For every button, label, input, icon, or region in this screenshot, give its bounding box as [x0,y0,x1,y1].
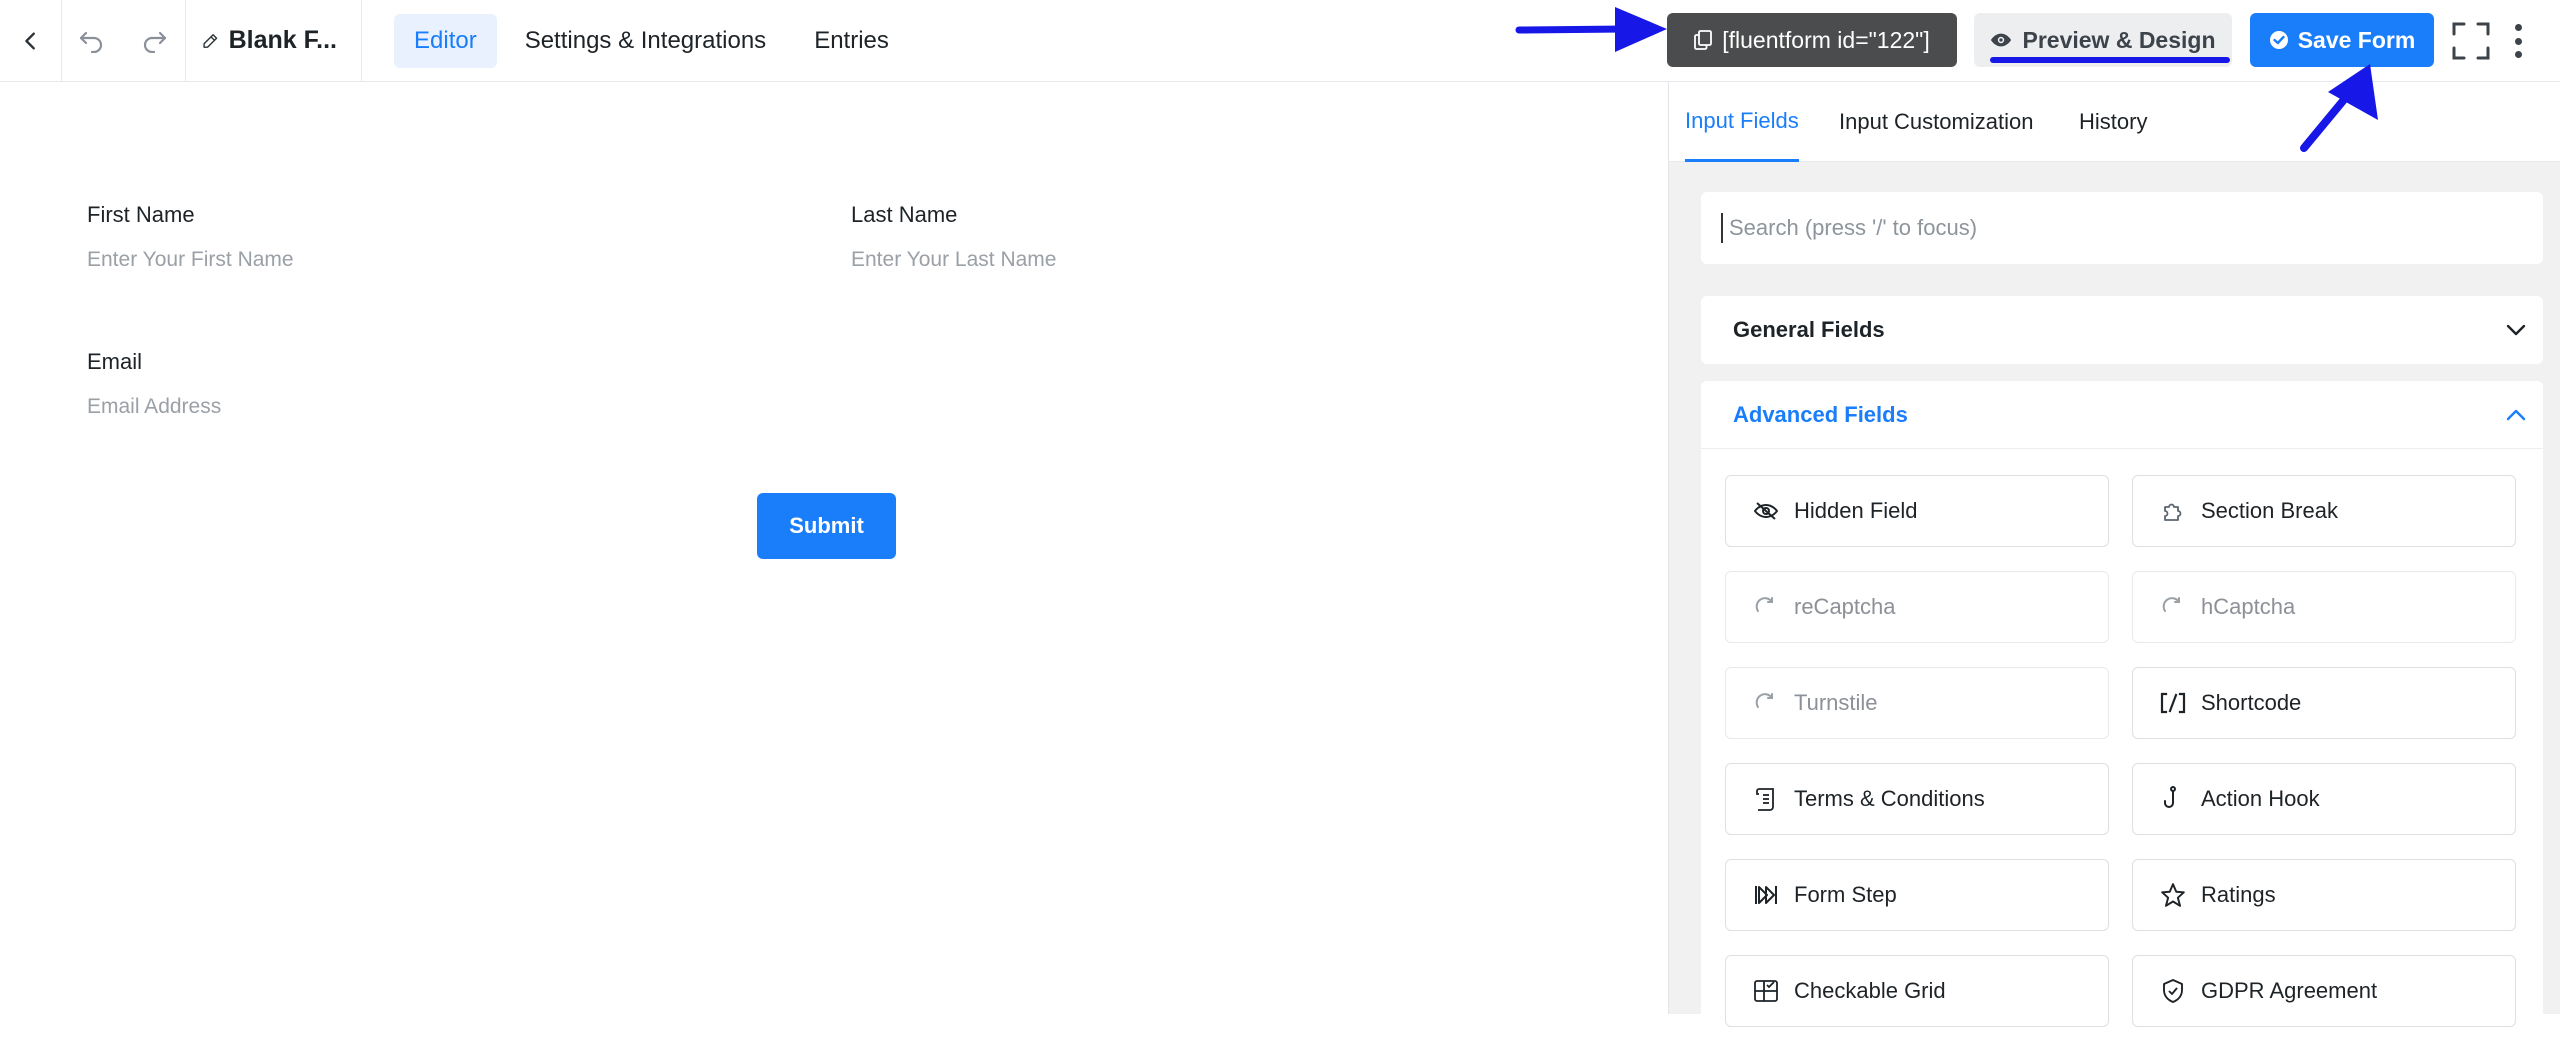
field-recaptcha[interactable]: reCaptcha [1725,571,2109,643]
copy-shortcode-button[interactable]: [fluentform id="122"] [1667,13,1957,67]
field-turnstile-label: Turnstile [1794,690,1878,715]
shortcode-text: [fluentform id="122"] [1722,26,1930,53]
field-ratings[interactable]: Ratings [2132,859,2516,931]
tab-settings-integrations[interactable]: Settings & Integrations [505,14,786,68]
star-icon [2159,881,2187,909]
field-form-step-label: Form Step [1794,882,1897,907]
more-options-button[interactable] [2508,20,2528,62]
field-section-break[interactable]: Section Break [2132,475,2516,547]
email-input[interactable]: Email Address [87,395,221,419]
grid-check-icon [1752,977,1780,1005]
redo-button[interactable] [122,0,186,82]
form-title-text: Blank F... [228,26,337,54]
panel-tabs: Input Fields Input Customization History [1669,82,2560,162]
general-fields-toggle[interactable]: General Fields [1701,296,2543,364]
shield-icon [2159,977,2187,1005]
submit-button[interactable]: Submit [757,493,896,559]
back-button[interactable] [0,0,62,82]
general-fields-label: General Fields [1733,317,1885,342]
fullscreen-icon [2452,22,2490,60]
email-label[interactable]: Email [87,349,142,375]
field-gdpr-label: GDPR Agreement [2201,978,2378,1003]
first-name-input[interactable]: Enter Your First Name [87,248,294,272]
field-shortcode-label: Shortcode [2201,690,2302,715]
field-action-hook-label: Action Hook [2201,786,2320,811]
field-ratings-label: Ratings [2201,882,2276,907]
check-circle-icon [2269,31,2288,49]
top-toolbar: Blank F... Editor Settings & Integration… [0,0,2560,82]
search-input[interactable]: Search (press '/' to focus) [1701,192,2543,264]
field-turnstile[interactable]: Turnstile [1725,667,2109,739]
field-action-hook[interactable]: Action Hook [2132,763,2516,835]
field-shortcode[interactable]: Shortcode [2132,667,2516,739]
annotation-underline [1990,57,2230,63]
chevron-down-icon [2506,324,2526,336]
main-tabs: Editor Settings & Integrations Entries [394,13,909,68]
captcha-icon [2159,593,2187,621]
field-gdpr-agreement[interactable]: GDPR Agreement [2132,955,2516,1027]
chevron-left-icon [24,31,35,50]
last-name-input[interactable]: Enter Your Last Name [851,248,1056,272]
advanced-fields-toggle[interactable]: Advanced Fields [1701,381,2543,449]
undo-button[interactable] [62,0,122,82]
fields-panel: Input Fields Input Customization History… [1668,82,2560,1049]
dot-icon [2514,51,2522,58]
tab-history[interactable]: History [2079,82,2147,162]
last-name-label[interactable]: Last Name [851,202,957,228]
field-hidden[interactable]: Hidden Field [1725,475,2109,547]
text-caret [1721,213,1723,243]
field-checkable-grid-label: Checkable Grid [1794,978,1946,1003]
advanced-fields-label: Advanced Fields [1733,401,1908,427]
captcha-icon [1752,689,1780,717]
dot-icon [2514,24,2522,31]
field-terms-label: Terms & Conditions [1794,786,1985,811]
preview-label: Preview & Design [2022,26,2216,53]
field-form-step[interactable]: Form Step [1725,859,2109,931]
field-hcaptcha-label: hCaptcha [2201,594,2296,619]
first-name-label[interactable]: First Name [87,202,195,228]
shortcode-icon [2159,689,2187,717]
field-hcaptcha[interactable]: hCaptcha [2132,571,2516,643]
tab-editor[interactable]: Editor [394,13,497,68]
eye-icon [1991,33,2012,47]
save-label: Save Form [2297,26,2416,53]
tab-input-fields[interactable]: Input Fields [1685,82,1799,162]
pencil-icon [203,33,218,48]
copy-icon [1694,30,1713,50]
field-hidden-label: Hidden Field [1794,498,1918,523]
scroll-icon [1752,785,1780,813]
field-checkable-grid[interactable]: Checkable Grid [1725,955,2109,1027]
fullscreen-button[interactable] [2452,22,2490,60]
hook-icon [2159,785,2187,813]
dot-icon [2514,37,2522,45]
puzzle-icon [2159,497,2187,525]
save-form-button[interactable]: Save Form [2250,13,2434,67]
field-recaptcha-label: reCaptcha [1794,594,1896,619]
field-terms-conditions[interactable]: Terms & Conditions [1725,763,2109,835]
field-section-break-label: Section Break [2201,498,2338,523]
chevron-up-icon [2506,409,2526,420]
form-title[interactable]: Blank F... [186,0,362,82]
step-forward-icon [1752,881,1780,909]
form-canvas: First Name Enter Your First Name Last Na… [0,82,1668,1014]
search-placeholder: Search (press '/' to focus) [1729,215,1978,240]
tab-entries[interactable]: Entries [794,14,909,68]
eye-slash-icon [1752,497,1780,525]
captcha-icon [1752,593,1780,621]
advanced-fields-list: Hidden Field Section Break reCaptcha hCa… [1701,449,2543,1049]
redo-icon [143,31,166,53]
undo-icon [79,31,103,53]
tab-input-customization[interactable]: Input Customization [1839,82,2033,162]
